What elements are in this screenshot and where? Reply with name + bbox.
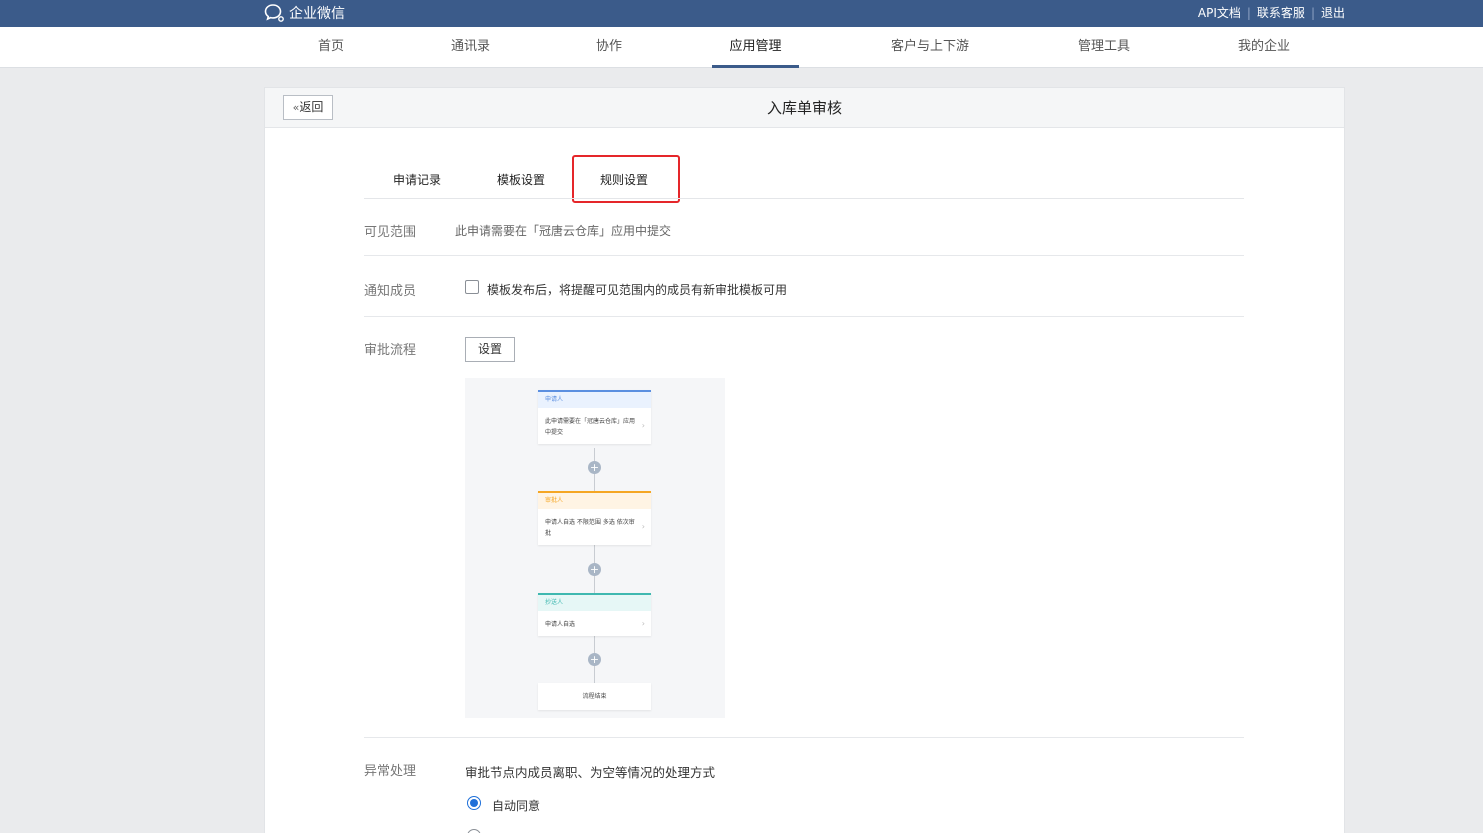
chevron-right-icon: › xyxy=(641,618,645,628)
visible-range-text: 此申请需要在「冠唐云仓库」应用中提交 xyxy=(455,224,672,238)
separator: | xyxy=(1310,5,1315,20)
node-body: 申请人自选 不限范围 多选 依次审批 › xyxy=(538,509,651,545)
node-body: 申请人自选 › xyxy=(538,611,651,636)
api-docs-link[interactable]: API文档 xyxy=(1198,4,1241,21)
back-button-label: 返回 xyxy=(299,100,324,114)
back-button[interactable]: «返回 xyxy=(283,95,333,120)
exception-handling-label: 异常处理 xyxy=(364,764,417,779)
tab-divider xyxy=(364,198,1244,199)
add-node-plus-icon[interactable]: + xyxy=(588,461,601,474)
divider xyxy=(364,737,1244,738)
auto-approve-radio[interactable] xyxy=(467,796,481,810)
nav-my-enterprise[interactable]: 我的企业 xyxy=(1228,27,1300,67)
brand-name: 企业微信 xyxy=(289,6,345,22)
nav-customers-partners[interactable]: 客户与上下游 xyxy=(880,27,980,67)
nav-contacts[interactable]: 通讯录 xyxy=(443,27,498,67)
wecom-logo-icon xyxy=(264,4,284,22)
exception-handling-text: 审批节点内成员离职、为空等情况的处理方式 xyxy=(465,765,716,780)
flowchart-preview: 申请人 此申请需要在「冠唐云仓库」应用中提交 › + 审批人 申请人自选 不限范… xyxy=(465,378,725,718)
panel-header: 入库单审核 «返回 xyxy=(265,88,1344,128)
nav-app-management[interactable]: 应用管理 xyxy=(712,27,799,68)
flow-node-cc[interactable]: 抄送人 申请人自选 › xyxy=(538,593,651,636)
nav-collaboration[interactable]: 协作 xyxy=(588,27,630,67)
node-description: 申请人自选 xyxy=(545,621,576,628)
separator: | xyxy=(1246,5,1251,20)
logout-link[interactable]: 退出 xyxy=(1321,4,1345,21)
chevron-right-icon: › xyxy=(641,421,645,430)
brand[interactable]: 企业微信 xyxy=(264,2,345,24)
flow-node-applicant[interactable]: 申请人 此申请需要在「冠唐云仓库」应用中提交 › xyxy=(538,390,651,444)
node-description: 此申请需要在「冠唐云仓库」应用中提交 xyxy=(545,418,636,436)
node-title: 审批人 xyxy=(538,493,651,509)
add-node-plus-icon[interactable]: + xyxy=(588,563,601,576)
page-title: 入库单审核 xyxy=(766,99,842,117)
auto-approve-label: 自动同意 xyxy=(492,799,541,813)
nav-management-tools[interactable]: 管理工具 xyxy=(1068,27,1140,67)
notify-members-label: 通知成员 xyxy=(364,284,417,299)
divider xyxy=(364,255,1244,256)
notify-members-text: 模板发布后，将提醒可见范围内的成员有新审批模板可用 xyxy=(487,283,788,297)
flow-settings-button[interactable]: 设置 xyxy=(465,337,515,362)
visible-range-label: 可见范围 xyxy=(364,225,417,240)
node-body: 此申请需要在「冠唐云仓库」应用中提交 › xyxy=(538,408,651,444)
add-node-plus-icon[interactable]: + xyxy=(588,653,601,666)
top-links: API文档 | 联系客服 | 退出 xyxy=(1198,4,1345,21)
node-description: 申请人自选 不限范围 多选 依次审批 xyxy=(545,519,635,537)
top-bar: 企业微信 API文档 | 联系客服 | 退出 xyxy=(0,0,1483,27)
divider xyxy=(364,316,1244,317)
highlight-box xyxy=(572,155,680,203)
main-nav: 首页 通讯录 协作 应用管理 客户与上下游 管理工具 我的企业 xyxy=(0,27,1483,68)
node-title: 申请人 xyxy=(538,392,651,408)
tab-template-settings[interactable]: 模板设置 xyxy=(497,171,545,188)
node-title: 抄送人 xyxy=(538,595,651,611)
nav-home[interactable]: 首页 xyxy=(310,27,352,67)
tab-application-records[interactable]: 申请记录 xyxy=(393,171,441,188)
flow-end-node: 流程结束 xyxy=(538,683,651,710)
contact-support-link[interactable]: 联系客服 xyxy=(1257,4,1305,21)
notify-members-checkbox[interactable] xyxy=(465,280,479,294)
chevron-right-icon: › xyxy=(641,522,645,531)
approval-flow-label: 审批流程 xyxy=(364,343,417,358)
flow-node-approver[interactable]: 审批人 申请人自选 不限范围 多选 依次审批 › xyxy=(538,491,651,545)
